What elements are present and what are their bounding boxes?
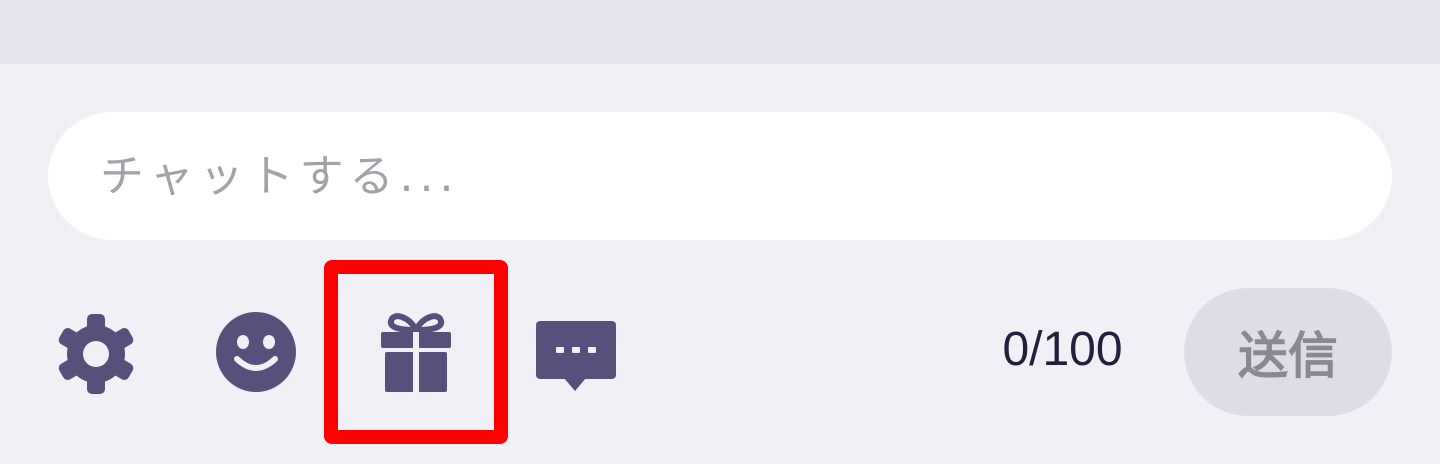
- emoji-button[interactable]: [212, 308, 300, 396]
- gift-icon: [381, 313, 451, 392]
- speech-bubble-icon: [536, 321, 616, 391]
- gear-icon: [58, 314, 134, 394]
- gift-button[interactable]: [370, 306, 462, 394]
- chat-input[interactable]: [48, 112, 1392, 240]
- character-counter: 0/100: [1002, 323, 1123, 376]
- settings-button[interactable]: [52, 310, 140, 398]
- smiley-icon: [216, 312, 296, 392]
- message-button[interactable]: [534, 318, 618, 394]
- send-button[interactable]: 送信: [1184, 288, 1392, 416]
- top-strip: [0, 0, 1440, 64]
